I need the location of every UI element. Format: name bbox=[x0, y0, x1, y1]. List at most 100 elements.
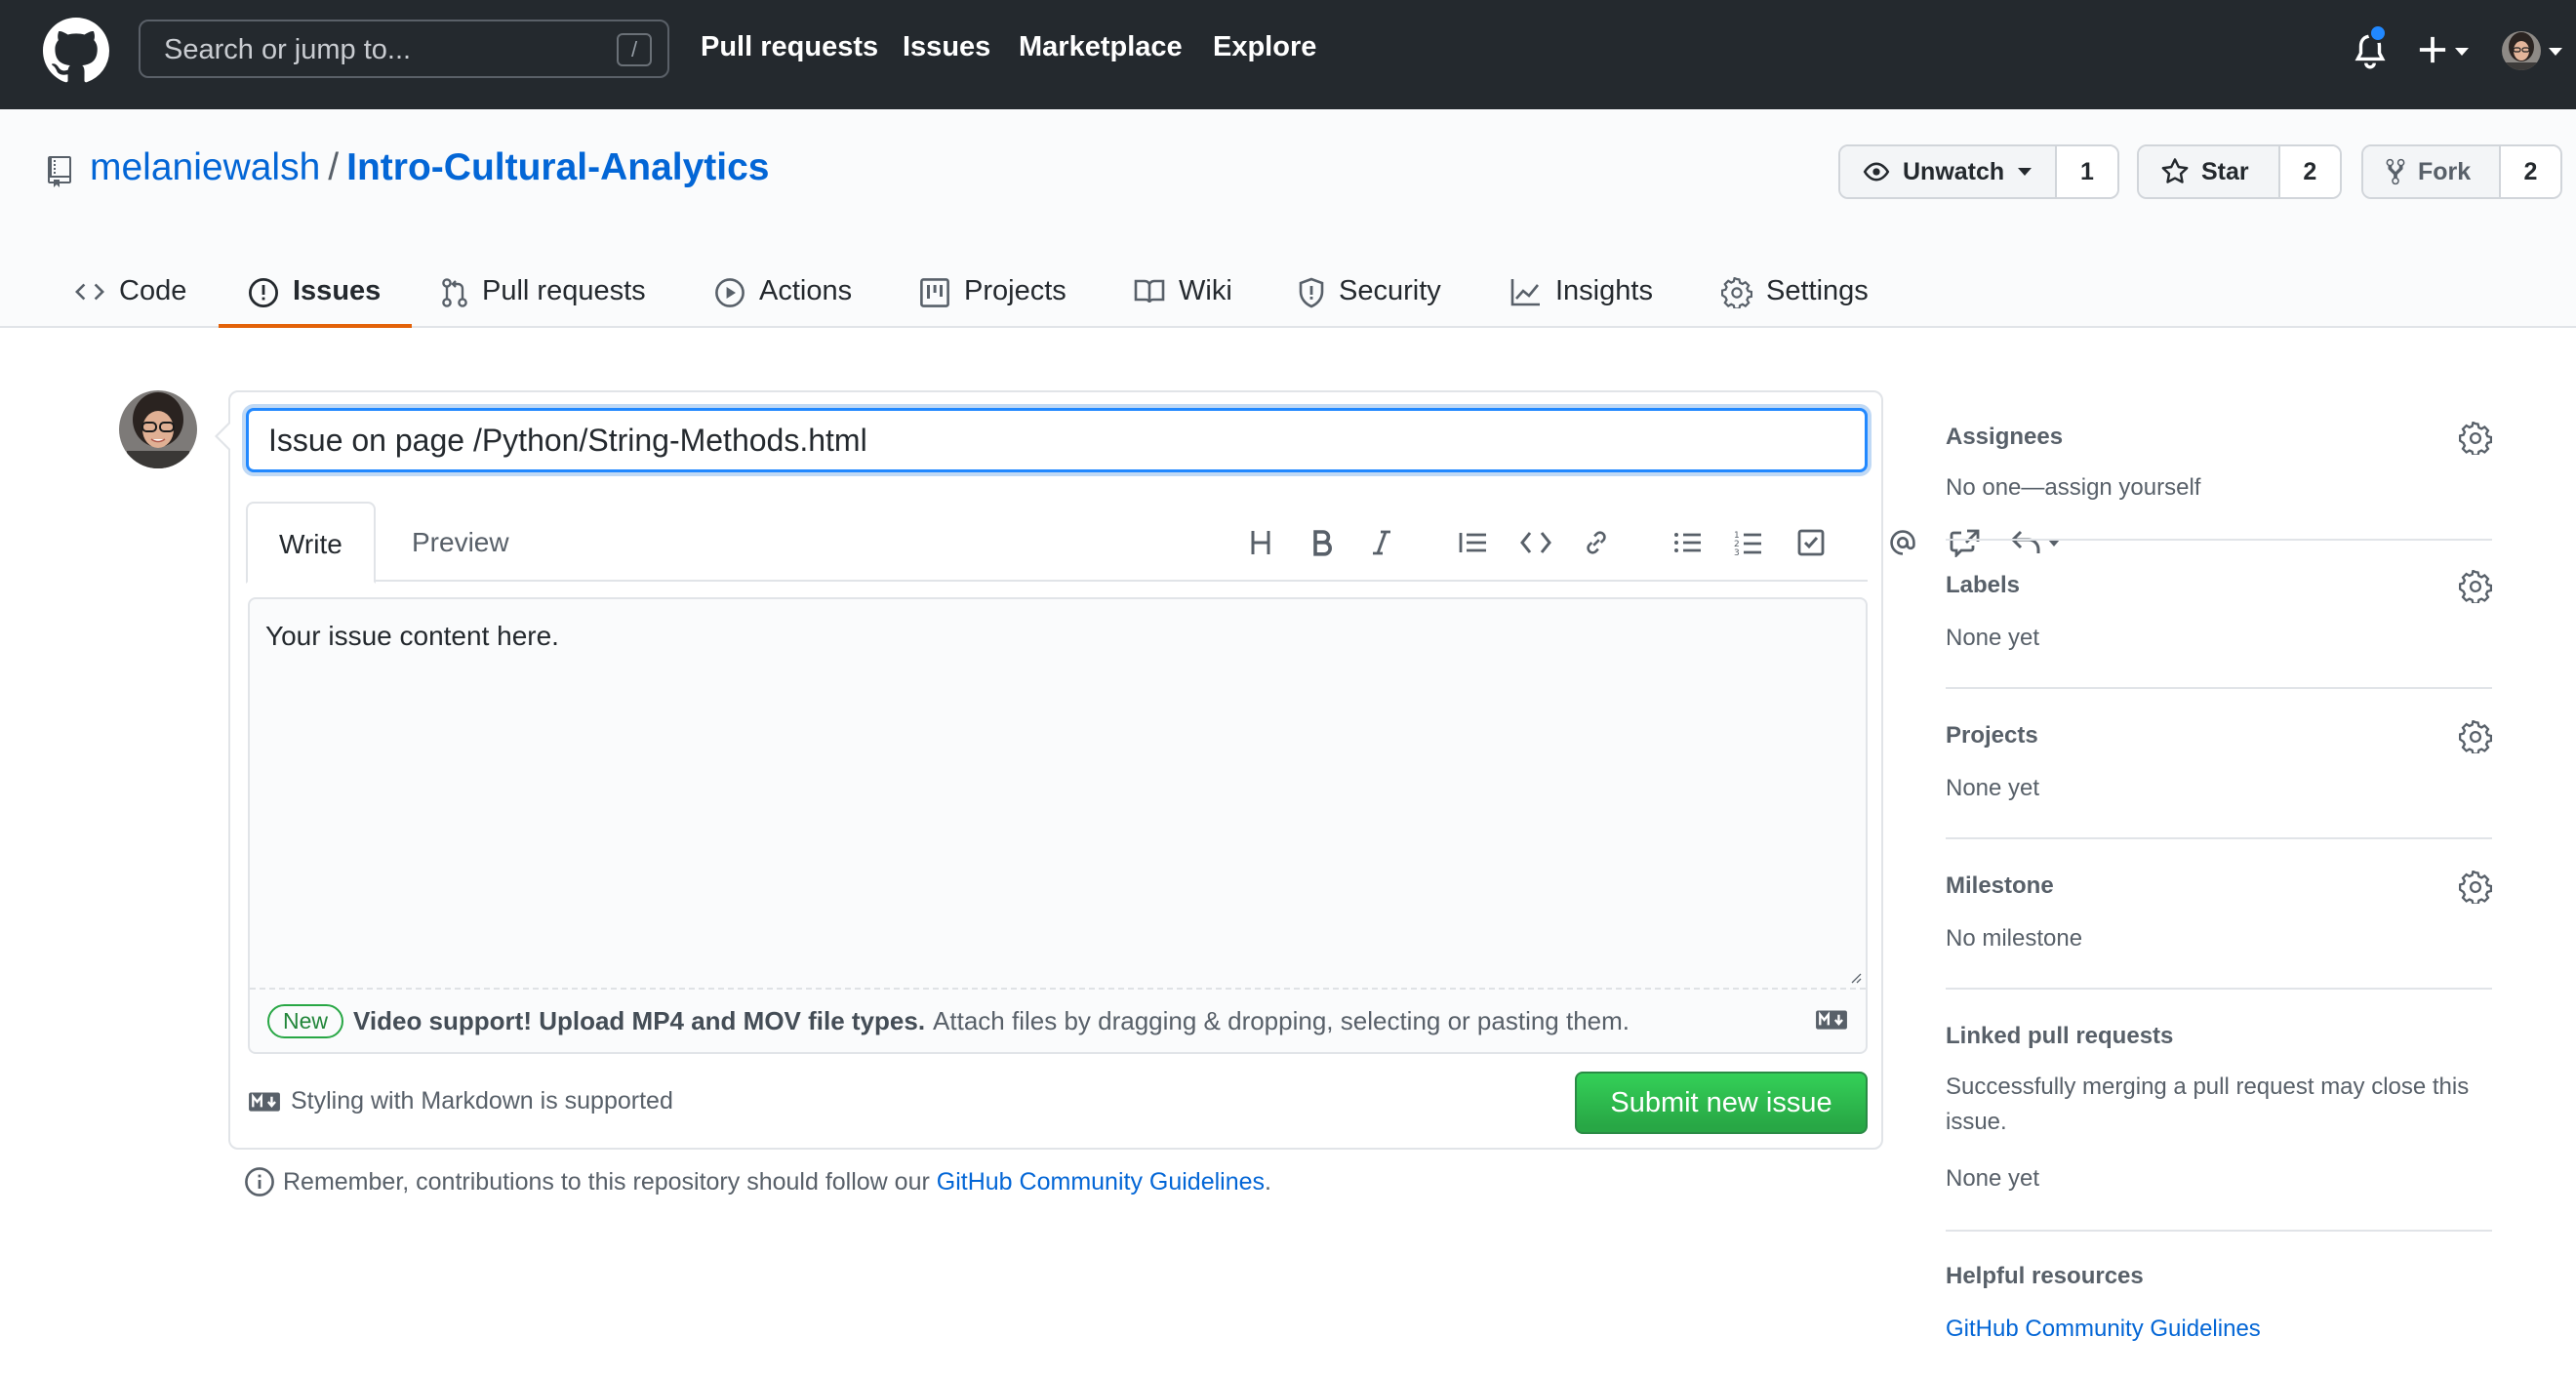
nav-pull-requests[interactable]: Pull requests bbox=[701, 31, 878, 63]
tab-settings-label: Settings bbox=[1766, 275, 1869, 306]
tab-security-label: Security bbox=[1339, 275, 1441, 306]
tab-code-label: Code bbox=[119, 275, 187, 306]
plus-icon[interactable] bbox=[2418, 35, 2447, 64]
code-icon[interactable] bbox=[1516, 523, 1555, 562]
nav-marketplace[interactable]: Marketplace bbox=[1019, 31, 1183, 63]
contribution-reminder: Remember, contributions to this reposito… bbox=[244, 1166, 1271, 1197]
nav-explore[interactable]: Explore bbox=[1213, 31, 1316, 63]
link-icon[interactable] bbox=[1577, 523, 1616, 562]
watch-caret-icon bbox=[2018, 168, 2033, 176]
tab-insights-label: Insights bbox=[1555, 275, 1653, 306]
nav-issues[interactable]: Issues bbox=[903, 31, 990, 63]
labels-value: None yet bbox=[1946, 625, 2040, 651]
reminder-text: Remember, contributions to this reposito… bbox=[283, 1167, 930, 1196]
star-count[interactable]: 2 bbox=[2279, 146, 2340, 197]
bold-icon[interactable] bbox=[1302, 523, 1341, 562]
ordered-list-icon[interactable]: 123 bbox=[1729, 523, 1768, 562]
markdown-note-text: Styling with Markdown is supported bbox=[291, 1087, 673, 1115]
unwatch-button[interactable]: Unwatch bbox=[1840, 146, 2057, 197]
tab-security[interactable]: Security bbox=[1298, 254, 1441, 328]
gear-icon[interactable] bbox=[2459, 871, 2492, 904]
milestone-value: No milestone bbox=[1946, 925, 2083, 952]
tab-settings[interactable]: Settings bbox=[1721, 254, 1869, 328]
write-tab[interactable]: Write bbox=[246, 502, 376, 584]
submit-issue-button[interactable]: Submit new issue bbox=[1575, 1072, 1868, 1134]
issue-body-textarea[interactable]: Your issue content here. bbox=[250, 599, 1866, 988]
markdown-icon bbox=[1816, 1010, 1847, 1030]
task-list-icon[interactable] bbox=[1791, 523, 1831, 562]
tab-issues-label: Issues bbox=[293, 275, 382, 306]
tab-pull-requests-label: Pull requests bbox=[482, 275, 646, 306]
fork-label: Fork bbox=[2418, 157, 2472, 185]
star-icon bbox=[2161, 158, 2189, 183]
editor-tabnav: Write Preview 123 bbox=[246, 502, 2060, 584]
projects-value: None yet bbox=[1946, 775, 2040, 801]
resize-handle-icon[interactable] bbox=[1848, 970, 1862, 984]
upload-feature-text: Video support! Upload MP4 and MOV file t… bbox=[353, 1005, 926, 1035]
pull-request-icon bbox=[442, 278, 467, 307]
issue-title-input[interactable] bbox=[246, 408, 1868, 472]
svg-text:3: 3 bbox=[1734, 548, 1740, 556]
gear-icon[interactable] bbox=[2459, 570, 2492, 603]
milestone-heading: Milestone bbox=[1946, 872, 2054, 899]
assign-yourself-link[interactable]: No one—assign yourself bbox=[1946, 474, 2200, 502]
search-placeholder: Search or jump to... bbox=[164, 34, 412, 65]
repo-name-link[interactable]: Intro-Cultural-Analytics bbox=[346, 146, 769, 188]
sidebar-milestone: Milestone No milestone bbox=[1946, 859, 2492, 990]
star-button[interactable]: Star bbox=[2139, 146, 2280, 197]
quote-icon[interactable] bbox=[1454, 523, 1493, 562]
tab-insights[interactable]: Insights bbox=[1510, 254, 1653, 328]
italic-icon[interactable] bbox=[1362, 523, 1401, 562]
github-logo-icon[interactable] bbox=[43, 18, 109, 84]
fork-icon bbox=[2386, 158, 2405, 185]
tab-wiki-label: Wiki bbox=[1179, 275, 1232, 306]
author-avatar bbox=[119, 390, 197, 468]
linked-prs-heading: Linked pull requests bbox=[1946, 1023, 2174, 1049]
repo-icon bbox=[48, 156, 71, 187]
tab-wiki[interactable]: Wiki bbox=[1134, 254, 1232, 328]
tab-actions[interactable]: Actions bbox=[714, 254, 852, 328]
play-icon bbox=[715, 278, 745, 307]
file-upload-bar[interactable]: New Video support! Upload MP4 and MOV fi… bbox=[250, 988, 1866, 1052]
sidebar-guidelines-link[interactable]: GitHub Community Guidelines bbox=[1946, 1316, 2261, 1343]
tab-code[interactable]: Code bbox=[74, 254, 186, 328]
sidebar-assignees: Assignees No one—assign yourself bbox=[1946, 410, 2492, 541]
repo-title: melaniewalsh / Intro-Cultural-Analytics bbox=[90, 146, 770, 189]
community-guidelines-link[interactable]: GitHub Community Guidelines bbox=[937, 1168, 1265, 1196]
user-avatar[interactable] bbox=[2502, 31, 2541, 70]
fork-count[interactable]: 2 bbox=[2500, 146, 2560, 197]
author-avatar-image-icon bbox=[119, 390, 197, 468]
helpful-resources-heading: Helpful resources bbox=[1946, 1263, 2144, 1289]
fork-button[interactable]: Fork bbox=[2363, 146, 2501, 197]
upload-instructions: Attach files by dragging & dropping, sel… bbox=[933, 1005, 1630, 1035]
watch-count[interactable]: 1 bbox=[2057, 146, 2117, 197]
repo-owner-link[interactable]: melaniewalsh bbox=[90, 146, 320, 188]
sidebar-projects: Projects None yet bbox=[1946, 709, 2492, 839]
unordered-list-icon[interactable] bbox=[1669, 523, 1708, 562]
unwatch-label: Unwatch bbox=[1903, 157, 2005, 185]
search-input[interactable]: Search or jump to... / bbox=[139, 20, 669, 78]
preview-tab[interactable]: Preview bbox=[381, 502, 541, 582]
gear-icon[interactable] bbox=[2459, 720, 2492, 753]
tab-pull-requests[interactable]: Pull requests bbox=[441, 254, 646, 328]
eye-icon bbox=[1863, 162, 1890, 182]
user-dropdown-caret-icon bbox=[2549, 48, 2562, 56]
gear-icon[interactable] bbox=[2459, 422, 2492, 455]
watch-button-group: Unwatch 1 bbox=[1838, 144, 2119, 199]
projects-heading: Projects bbox=[1946, 722, 2038, 749]
repo-title-separator: / bbox=[328, 146, 340, 188]
issue-icon bbox=[248, 277, 279, 308]
labels-heading: Labels bbox=[1946, 572, 2021, 598]
global-header: Search or jump to... / Pull requests Iss… bbox=[0, 0, 2576, 109]
tab-projects[interactable]: Projects bbox=[919, 254, 1067, 328]
assignees-heading: Assignees bbox=[1946, 424, 2064, 450]
linked-prs-help-text: Successfully merging a pull request may … bbox=[1946, 1074, 2470, 1135]
header-text-icon[interactable] bbox=[1241, 523, 1280, 562]
markdown-icon bbox=[249, 1091, 280, 1112]
mention-icon[interactable] bbox=[1883, 523, 1922, 562]
graph-icon bbox=[1510, 279, 1540, 306]
markdown-supported-note[interactable]: Styling with Markdown is supported bbox=[248, 1087, 673, 1115]
shield-icon bbox=[1299, 277, 1324, 308]
avatar-image-icon bbox=[2502, 31, 2541, 70]
tab-issues[interactable]: Issues bbox=[219, 254, 413, 328]
